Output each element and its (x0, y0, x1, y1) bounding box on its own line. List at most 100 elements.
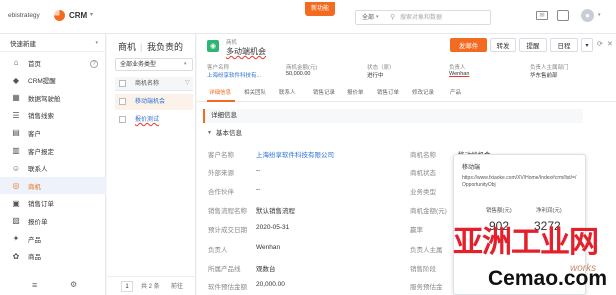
app-name[interactable]: CRM (69, 12, 87, 20)
tab[interactable]: 销售记录 (313, 90, 335, 97)
chevron-down-icon: ▾ (184, 61, 187, 67)
sidebar-item-label: 数据驾驶舱 (28, 95, 61, 103)
schedule-button[interactable]: 日程 (550, 38, 578, 52)
more-button[interactable]: ▾ (581, 38, 593, 52)
pager-total: 共 2 条 (141, 284, 160, 290)
settings-icon[interactable]: ⚙ (70, 281, 77, 289)
field-label: 软件预估金额 (208, 284, 247, 291)
mail-icon[interactable]: ✉ (536, 11, 548, 20)
summary-label: 商机金额(元) (286, 65, 318, 71)
summary-label: 负责人 (449, 65, 466, 71)
sidebar-item-label: 销售订单 (28, 201, 54, 209)
summary-customer[interactable]: 上海纷享软件科技有... (207, 71, 261, 79)
sidebar-item[interactable]: ▥ 客户报定 (0, 142, 106, 159)
nav-icon: ▥ (12, 146, 20, 155)
new-feature-badge[interactable]: 新功能 (305, 2, 335, 16)
search-input[interactable]: 搜索对象和数据 (400, 15, 442, 21)
refresh-icon[interactable]: ⟳ (597, 41, 603, 48)
sidebar-item[interactable]: ✦ 产品 (0, 230, 106, 247)
field-value: Wenhan (256, 244, 281, 251)
chevron-down-icon[interactable]: ▾ (90, 12, 93, 18)
field-label: 销售阶段 (410, 266, 436, 273)
table-row[interactable]: 移动端机会 (115, 94, 193, 110)
menu-toggle-icon[interactable]: ≡ (32, 281, 37, 290)
list-title: 商机 (118, 42, 137, 52)
quick-new-button[interactable]: 快速新建 ▾ (0, 34, 106, 52)
chevron-down-icon[interactable]: ▾ (598, 13, 601, 18)
tab[interactable]: 联系人 (279, 90, 296, 97)
tab[interactable]: 销售订单 (377, 90, 399, 97)
nav-icon: ☰ (12, 110, 20, 120)
page-number[interactable]: 1 (121, 281, 133, 292)
nav-icon: ⌂ (13, 58, 19, 67)
nav-icon: ☺ (11, 163, 21, 173)
sidebar-item[interactable]: ◎ 商机 (0, 177, 106, 195)
list-header: 商机名称 ▽ (115, 77, 193, 91)
field-value: 观数台 (256, 266, 276, 273)
row-checkbox[interactable] (119, 116, 126, 123)
filter-select[interactable]: 全部业务类型 ▾ (115, 58, 193, 71)
stat-label: 净利润(元) (536, 208, 562, 214)
row-checkbox[interactable] (119, 98, 126, 105)
search-scope[interactable]: 全部 (362, 15, 374, 21)
sidebar-item[interactable]: ✿ 商品 (0, 248, 106, 265)
nav-icon: ◎ (12, 181, 20, 191)
tab[interactable]: 产品 (450, 90, 461, 97)
sidebar-item[interactable]: ☰ 销售线索 (0, 107, 106, 124)
filter-icon[interactable]: ▽ (185, 80, 190, 86)
row-link[interactable]: 报价测试 (135, 117, 159, 123)
field-value: -- (256, 167, 261, 174)
nav-icon: ▤ (12, 128, 20, 138)
sidebar-item-label: 客户 (28, 130, 41, 138)
field-label: 客户名称 (208, 152, 234, 159)
field-label: 商机金额(元) (410, 208, 447, 215)
crm-logo-icon (54, 10, 65, 21)
sidebar-item-label: 产品 (28, 236, 41, 244)
field-label: 负责人 (208, 247, 228, 254)
forward-button[interactable]: 转发 (490, 38, 516, 52)
field-value: 默认销售流程 (256, 208, 295, 215)
search-box[interactable]: 全部 ▾ ⚲ 搜索对象和数据 (355, 10, 491, 25)
sidebar-item[interactable]: ◆ CRM提醒 (0, 72, 106, 89)
record-title: 多动端机会 (226, 47, 266, 56)
remind-button[interactable]: 提醒 (519, 38, 547, 52)
field-label: 外部来源 (208, 170, 234, 177)
field-value: 20,000.00 (256, 281, 285, 288)
quick-new-label: 快速新建 (10, 40, 36, 48)
section-title: 详细信息 (211, 112, 237, 119)
tab[interactable]: 相关团队 (244, 90, 266, 97)
sidebar-item[interactable]: ☺ 联系人 (0, 160, 106, 177)
tab[interactable]: 详细信息 (209, 90, 231, 97)
close-icon[interactable]: ✕ (607, 41, 613, 48)
tab[interactable]: 修改记录 (412, 90, 434, 97)
tab-active-indicator (207, 100, 235, 102)
nav-icon: ▣ (12, 198, 20, 208)
tab[interactable]: 报价单 (347, 90, 364, 97)
sidebar: 快速新建 ▾ ⌂ 首页 ◆ CRM提醒 ▦ 数据驾驶舱 ☰ 销售线索 ▤ 客户 ▥ 客户报定 ☺ 联系人 ◎… (0, 34, 106, 295)
select-all-checkbox[interactable] (119, 80, 126, 87)
field-label: 商机状态 (410, 170, 436, 177)
sidebar-item-label: 报价单 (28, 218, 48, 226)
send-email-button[interactable]: 发邮件 (450, 38, 487, 52)
summary-owner: Wenhan (449, 71, 470, 77)
nav-icon: ◆ (12, 75, 20, 85)
watermark-url: Cemao.com (488, 267, 608, 290)
sidebar-item[interactable]: ▧ 报价单 (0, 212, 106, 229)
pager-goto[interactable]: 前往 (171, 284, 183, 290)
summary-label: 客户名称 (207, 65, 230, 71)
sidebar-item[interactable]: ▦ 数据驾驶舱 (0, 89, 106, 106)
group-title: 基本信息 (216, 130, 242, 137)
field-label: 商机名称 (410, 152, 436, 159)
notification-icon[interactable] (557, 10, 569, 21)
collapse-icon[interactable]: ▼ (207, 131, 212, 136)
search-icon: ⚲ (390, 14, 396, 21)
help-icon[interactable]: ? (90, 60, 98, 68)
row-link[interactable]: 移动端机会 (135, 99, 165, 105)
table-row[interactable]: 报价测试 (115, 112, 193, 128)
field-value[interactable]: 上海纷享软件科技有限公司 (256, 149, 334, 159)
pager: 1 共 2 条 前往 (107, 276, 196, 295)
sidebar-item[interactable]: ▣ 销售订单 (0, 195, 106, 212)
sidebar-item[interactable]: ▤ 客户 (0, 124, 106, 141)
avatar[interactable]: ● (581, 9, 594, 22)
view-selector[interactable]: 我负责的 (147, 43, 183, 52)
